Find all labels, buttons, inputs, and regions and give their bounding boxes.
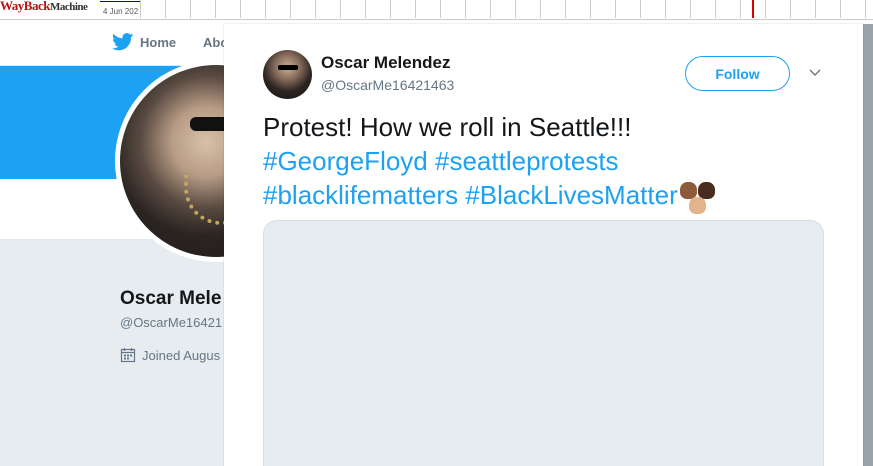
nav-home[interactable]: Home	[112, 33, 176, 51]
tweet-author-name[interactable]: Oscar Melendez	[321, 53, 450, 73]
twitter-bird-icon	[112, 33, 134, 51]
wayback-timeline-tick	[640, 0, 641, 18]
tweet-modal: Oscar Melendez @OscarMe16421463 Follow P…	[224, 24, 863, 466]
hashtag-blacklivesmatter[interactable]: #BlackLivesMatter	[465, 180, 677, 210]
wayback-timeline-tick	[215, 0, 216, 18]
wayback-timeline-tick	[790, 0, 791, 18]
wayback-timeline-tick	[440, 0, 441, 18]
wayback-timeline-tick	[240, 0, 241, 18]
wayback-logo[interactable]: WayBackMachine	[0, 0, 88, 14]
wayback-timeline-tick	[265, 0, 266, 18]
calendar-icon	[120, 348, 136, 363]
wayback-timeline-tick	[165, 0, 166, 18]
tweet-text-plain: Protest! How we roll in Seattle!!!	[263, 112, 632, 142]
wayback-timeline-tick	[665, 0, 666, 18]
tweet-media[interactable]	[263, 220, 824, 466]
wayback-timeline-tick	[465, 0, 466, 18]
wayback-timeline-tick	[565, 0, 566, 18]
wayback-timeline-tick	[615, 0, 616, 18]
hashtag-blacklifematters[interactable]: #blacklifematters	[263, 180, 458, 210]
wayback-timeline-tick	[415, 0, 416, 18]
tweet-avatar-sunglasses	[278, 65, 298, 70]
wayback-timeline-tick	[715, 0, 716, 18]
wayback-timeline-tick	[390, 0, 391, 18]
wayback-timeline-tick	[490, 0, 491, 18]
wayback-current-marker	[752, 0, 754, 18]
profile-joined-label: Joined Augus	[142, 347, 221, 363]
chevron-down-icon[interactable]	[807, 64, 823, 80]
raised-fist-medium-light-icon	[688, 197, 706, 215]
wayback-timeline-tick	[840, 0, 841, 18]
wayback-timeline-tick	[365, 0, 366, 18]
follow-button[interactable]: Follow	[685, 56, 790, 91]
wayback-timeline-tick	[340, 0, 341, 18]
wayback-timeline-tick	[140, 0, 141, 18]
nav-home-label: Home	[140, 34, 177, 50]
hashtag-seattleprotests[interactable]: #seattleprotests	[435, 146, 619, 176]
wayback-timeline-tick	[290, 0, 291, 18]
tweet-text: Protest! How we roll in Seattle!!! #Geor…	[263, 110, 823, 215]
tweet-author-avatar[interactable]	[263, 50, 312, 99]
profile-joined: Joined Augus	[120, 347, 220, 363]
wayback-timeline-tick	[590, 0, 591, 18]
wayback-timeline[interactable]	[140, 0, 873, 18]
wayback-logo-part1: WayBack	[0, 0, 50, 13]
profile-handle[interactable]: @OscarMe16421	[120, 315, 222, 330]
wayback-capture-link[interactable]	[100, 0, 140, 2]
wayback-capture-date: 4 Jun 202	[103, 7, 139, 16]
hashtag-georgefloyd[interactable]: #GeorgeFloyd	[263, 146, 428, 176]
profile-name[interactable]: Oscar Mele	[120, 288, 221, 310]
modal-scroll-edge	[863, 24, 873, 466]
wayback-timeline-tick	[315, 0, 316, 18]
wayback-toolbar: WayBackMachine 4 Jun 202	[0, 0, 873, 20]
wayback-timeline-tick	[190, 0, 191, 18]
wayback-timeline-tick	[765, 0, 766, 18]
wayback-timeline-tick	[515, 0, 516, 18]
tweet-author-handle[interactable]: @OscarMe16421463	[321, 77, 454, 93]
wayback-timeline-tick	[540, 0, 541, 18]
wayback-logo-part2: Machine	[49, 1, 88, 13]
wayback-timeline-tick	[690, 0, 691, 18]
wayback-timeline-tick	[740, 0, 741, 18]
wayback-timeline-tick	[865, 0, 866, 18]
raised-fists-emoji-icon	[678, 180, 718, 215]
wayback-timeline-tick	[815, 0, 816, 18]
